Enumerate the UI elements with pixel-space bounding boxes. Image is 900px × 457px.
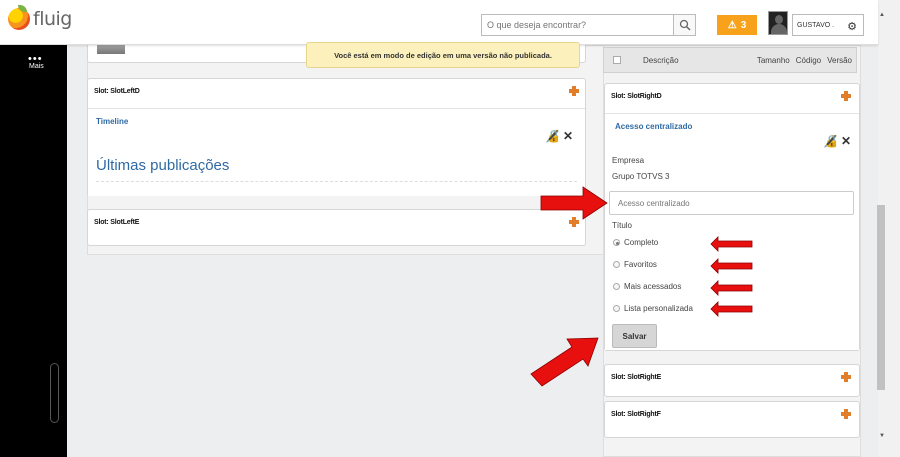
access-widget: Acesso centralizado 🔏 ✕ [605,113,859,350]
close-icon[interactable]: ✕ [563,129,573,143]
lock-edit-icon[interactable]: 🔏 [823,134,838,148]
alert-count: 3 [740,19,747,31]
logo-text: fluig [33,8,72,30]
slot-right-f: Slot: SlotRightF [604,401,860,438]
publications-heading: Últimas publicações [96,157,230,174]
widget-title: Timeline [96,117,129,126]
scroll-up-arrow[interactable]: ▲ [879,12,885,18]
slot-left-e: Slot: SlotLeftE [87,209,586,246]
sidebar: ••• Mais [0,45,67,457]
more-label: Mais [29,63,44,70]
save-button[interactable]: Salvar [612,324,657,348]
radio-label: Lista personalizada [624,304,693,313]
page-content: Slot: SlotLeftD Timeline 🔏 ✕ Últimas pub… [67,31,878,457]
col-codigo[interactable]: Código [796,56,821,65]
radio-lista-personalizada[interactable]: Lista personalizada [613,304,693,313]
top-bar: fluig ⚠ 3 GUSTAVO . ⚙ [0,0,878,45]
close-icon[interactable]: ✕ [841,134,851,148]
add-widget-icon[interactable] [569,217,579,227]
widget-controls: 🔏 ✕ [823,134,851,148]
radio-completo[interactable]: Completo [613,238,658,247]
documents-table-header: Descrição Tamanho Código Versão [603,47,857,73]
title-input[interactable] [609,191,854,215]
search-box [481,14,696,36]
radio-label: Favoritos [624,260,657,269]
edit-mode-banner: Você está em modo de edição em uma versã… [306,42,580,68]
radio-label: Mais acessados [624,282,682,291]
add-widget-icon[interactable] [569,86,579,96]
avatar[interactable] [768,11,788,35]
add-widget-icon[interactable] [841,91,851,101]
select-all-checkbox[interactable] [613,56,621,64]
company-value: Grupo TOTVS 3 [612,172,670,181]
slot-title: Slot: SlotRightD [611,93,662,100]
lock-edit-icon[interactable]: 🔏 [545,129,560,143]
user-menu[interactable]: GUSTAVO . ⚙ [792,14,864,36]
slot-title: Slot: SlotRightF [611,411,661,418]
slot-title: Slot: SlotRightE [611,374,662,381]
fluig-logo[interactable]: fluig [8,5,72,30]
search-input[interactable] [482,15,673,35]
right-column: Slot: SlotRightD Acesso centralizado 🔏 ✕… [603,45,861,457]
alerts-button[interactable]: ⚠ 3 [717,15,757,35]
fluig-logo-icon [8,5,30,30]
user-name: GUSTAVO . [797,21,835,29]
slot-title: Slot: SlotLeftE [94,219,140,226]
add-widget-icon[interactable] [841,372,851,382]
scroll-down-arrow[interactable]: ▼ [879,433,885,439]
col-descricao[interactable]: Descrição [643,56,679,65]
col-tamanho[interactable]: Tamanho [757,56,790,65]
radio-button[interactable] [613,239,620,246]
sidebar-scrollbar[interactable] [50,363,59,423]
company-label: Empresa [612,156,645,165]
titulo-label: Título [612,221,633,230]
radio-button[interactable] [613,305,620,312]
more-dots-icon: ••• [28,53,43,65]
radio-button[interactable] [613,283,620,290]
scrollbar-thumb[interactable] [877,205,885,390]
radio-button[interactable] [613,261,620,268]
left-column: Slot: SlotLeftD Timeline 🔏 ✕ Últimas pub… [87,31,665,255]
slot-left-d: Slot: SlotLeftD Timeline 🔏 ✕ Últimas pub… [87,78,586,196]
add-widget-icon[interactable] [841,409,851,419]
more-menu[interactable]: ••• Mais [0,53,67,71]
radio-label: Completo [624,238,659,247]
divider [96,181,577,182]
gear-icon[interactable]: ⚙ [847,20,857,33]
slot-right-e: Slot: SlotRightE [604,364,860,397]
radio-mais-acessados[interactable]: Mais acessados [613,282,681,291]
widget-title: Acesso centralizado [615,122,693,131]
timeline-widget: Timeline 🔏 ✕ Últimas publicações [88,108,585,196]
widget-controls: 🔏 ✕ [545,129,573,143]
warning-icon: ⚠ [727,19,737,31]
col-versao[interactable]: Versão [827,56,852,65]
radio-favoritos[interactable]: Favoritos [613,260,657,269]
slot-title: Slot: SlotLeftD [94,88,140,95]
search-icon[interactable] [673,15,695,35]
